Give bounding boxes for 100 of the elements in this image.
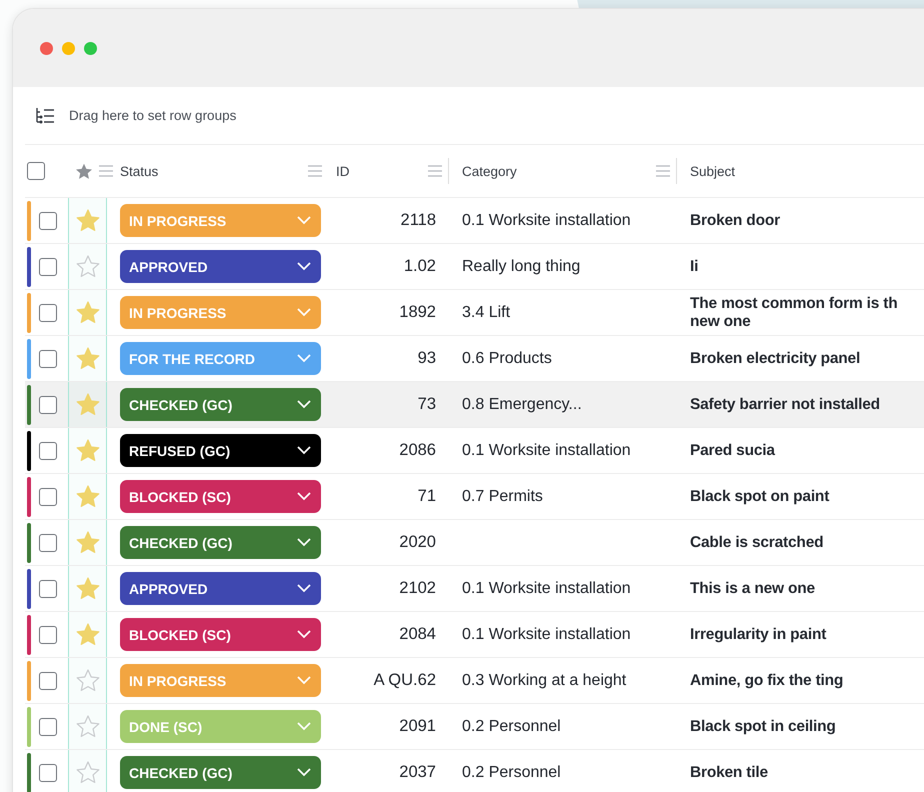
menu-icon[interactable] [308,165,322,177]
table-row[interactable]: REFUSED (GC) 2086 0.1 Worksite installation Pared sucia [25,428,924,474]
subject-cell-text: Ii [689,258,698,276]
select-all-checkbox[interactable] [27,162,45,180]
table-row[interactable]: IN PROGRESS 1892 3.4 Lift The most common form is th new one [25,290,924,336]
filled-star-icon[interactable] [76,531,100,554]
status-dropdown[interactable]: APPROVED [120,572,321,605]
chevron-down-icon [297,722,311,731]
subject-cell-text: Broken door [689,212,780,230]
table-row[interactable]: CHECKED (GC) 2020 Cable is scratched [25,520,924,566]
table-row[interactable]: IN PROGRESS 2118 0.1 Worksite installation Broken door [25,198,924,244]
row-checkbox[interactable] [39,626,57,644]
menu-icon[interactable] [656,165,670,177]
filled-star-icon[interactable] [76,347,100,370]
close-window-icon[interactable] [40,42,53,54]
filled-star-icon[interactable] [76,623,100,646]
chevron-down-icon [297,538,311,547]
subject-cell-text: Broken tile [689,764,768,782]
maximize-window-icon[interactable] [84,42,97,54]
id-cell: 2102 [399,579,436,598]
status-dropdown[interactable]: REFUSED (GC) [120,434,321,467]
table-row[interactable]: APPROVED 2102 0.1 Worksite installation This is a new one [25,566,924,612]
menu-icon[interactable] [98,165,112,177]
chevron-down-icon [297,446,311,455]
column-header[interactable]: ID [336,164,350,178]
row-checkbox[interactable] [39,718,57,736]
filled-star-icon[interactable] [76,485,100,508]
row-checkbox[interactable] [39,488,57,506]
star-outline-icon[interactable] [76,669,100,692]
category-cell-text: 0.3 Working at a height [461,672,626,690]
row-checkbox[interactable] [39,396,57,414]
subject-cell-text: Pared sucia [689,442,775,460]
subject-cell-text: Black spot in ceiling [689,718,836,736]
filled-star-icon[interactable] [76,209,100,232]
category-cell-text: 0.1 Worksite installation [461,626,631,644]
star-outline-icon[interactable] [76,255,100,278]
minimize-window-icon[interactable] [62,42,75,54]
status-dropdown[interactable]: BLOCKED (SC) [120,618,321,651]
row-checkbox[interactable] [39,672,57,690]
filled-star-icon[interactable] [76,439,100,462]
id-cell: 1892 [399,303,436,322]
subject-cell-text: Safety barrier not installed [689,396,880,414]
id-cell: 71 [418,487,436,506]
row-groups-hint: Drag here to set row groups [69,108,236,123]
filled-star-icon[interactable] [76,393,100,416]
id-cell: 2084 [399,625,436,644]
row-checkbox[interactable] [39,534,57,552]
id-cell: 2091 [399,717,436,736]
id-cell: 93 [418,349,436,368]
id-cell: 2086 [399,441,436,460]
chevron-down-icon [297,492,311,501]
status-dropdown[interactable]: APPROVED [120,250,321,283]
chevron-down-icon [297,768,311,777]
category-cell-text: 0.1 Worksite installation [461,442,631,460]
column-header[interactable]: Subject [677,164,736,178]
row-checkbox[interactable] [39,350,57,368]
status-dropdown[interactable]: CHECKED (GC) [120,756,321,789]
row-checkbox[interactable] [39,442,57,460]
menu-icon[interactable] [428,165,442,177]
category-cell-text: 0.6 Products [461,350,552,368]
table-row[interactable]: CHECKED (GC) 2037 0.2 Personnel Broken tile [25,750,924,792]
row-checkbox[interactable] [39,258,57,276]
row-checkbox[interactable] [39,764,57,782]
category-cell-text: 0.1 Worksite installation [461,580,631,598]
category-cell-text: 0.2 Personnel [461,764,561,782]
column-header[interactable]: Status [120,164,158,178]
id-cell: 73 [418,395,436,414]
row-checkbox[interactable] [39,304,57,322]
column-header[interactable]: Category [449,164,517,178]
row-checkbox[interactable] [39,212,57,230]
filled-star-icon[interactable] [76,301,100,324]
chevron-down-icon [297,354,311,363]
id-cell: 2037 [399,763,436,782]
star-outline-icon[interactable] [76,715,100,738]
category-cell-text: 0.2 Personnel [461,718,561,736]
status-dropdown[interactable]: BLOCKED (SC) [120,480,321,513]
id-cell: 2020 [399,533,436,552]
table-row[interactable]: CHECKED (GC) 73 0.8 Emergency... Safety barrier not installed [25,382,924,428]
category-cell-text: 0.1 Worksite installation [461,212,631,230]
status-dropdown[interactable]: CHECKED (GC) [120,388,321,421]
table-row[interactable]: DONE (SC) 2091 0.2 Personnel Black spot in ceiling [25,704,924,750]
chevron-down-icon [297,308,311,317]
chevron-down-icon [297,262,311,271]
category-cell-text: 3.4 Lift [461,304,510,322]
filled-star-icon[interactable] [76,577,100,600]
table-row[interactable]: APPROVED 1.02 Really long thing Ii [25,244,924,290]
table-row[interactable]: BLOCKED (SC) 2084 0.1 Worksite installation Irregularity in paint [25,612,924,658]
table-row[interactable]: IN PROGRESS A QU.62 0.3 Working at a height Amine, go fix the ting [25,658,924,704]
chevron-down-icon [297,630,311,639]
table-row[interactable]: FOR THE RECORD 93 0.6 Products Broken electricity panel [25,336,924,382]
row-checkbox[interactable] [39,580,57,598]
id-cell: A QU.62 [374,671,436,690]
id-cell: 1.02 [404,257,436,276]
star-outline-icon[interactable] [76,761,100,784]
star-icon[interactable] [74,162,92,180]
subject-cell-text: Broken electricity panel [689,350,860,368]
table-row[interactable]: BLOCKED (SC) 71 0.7 Permits Black spot on paint [25,474,924,520]
chevron-down-icon [297,400,311,409]
status-dropdown[interactable]: CHECKED (GC) [120,526,321,559]
chevron-down-icon [297,676,311,685]
